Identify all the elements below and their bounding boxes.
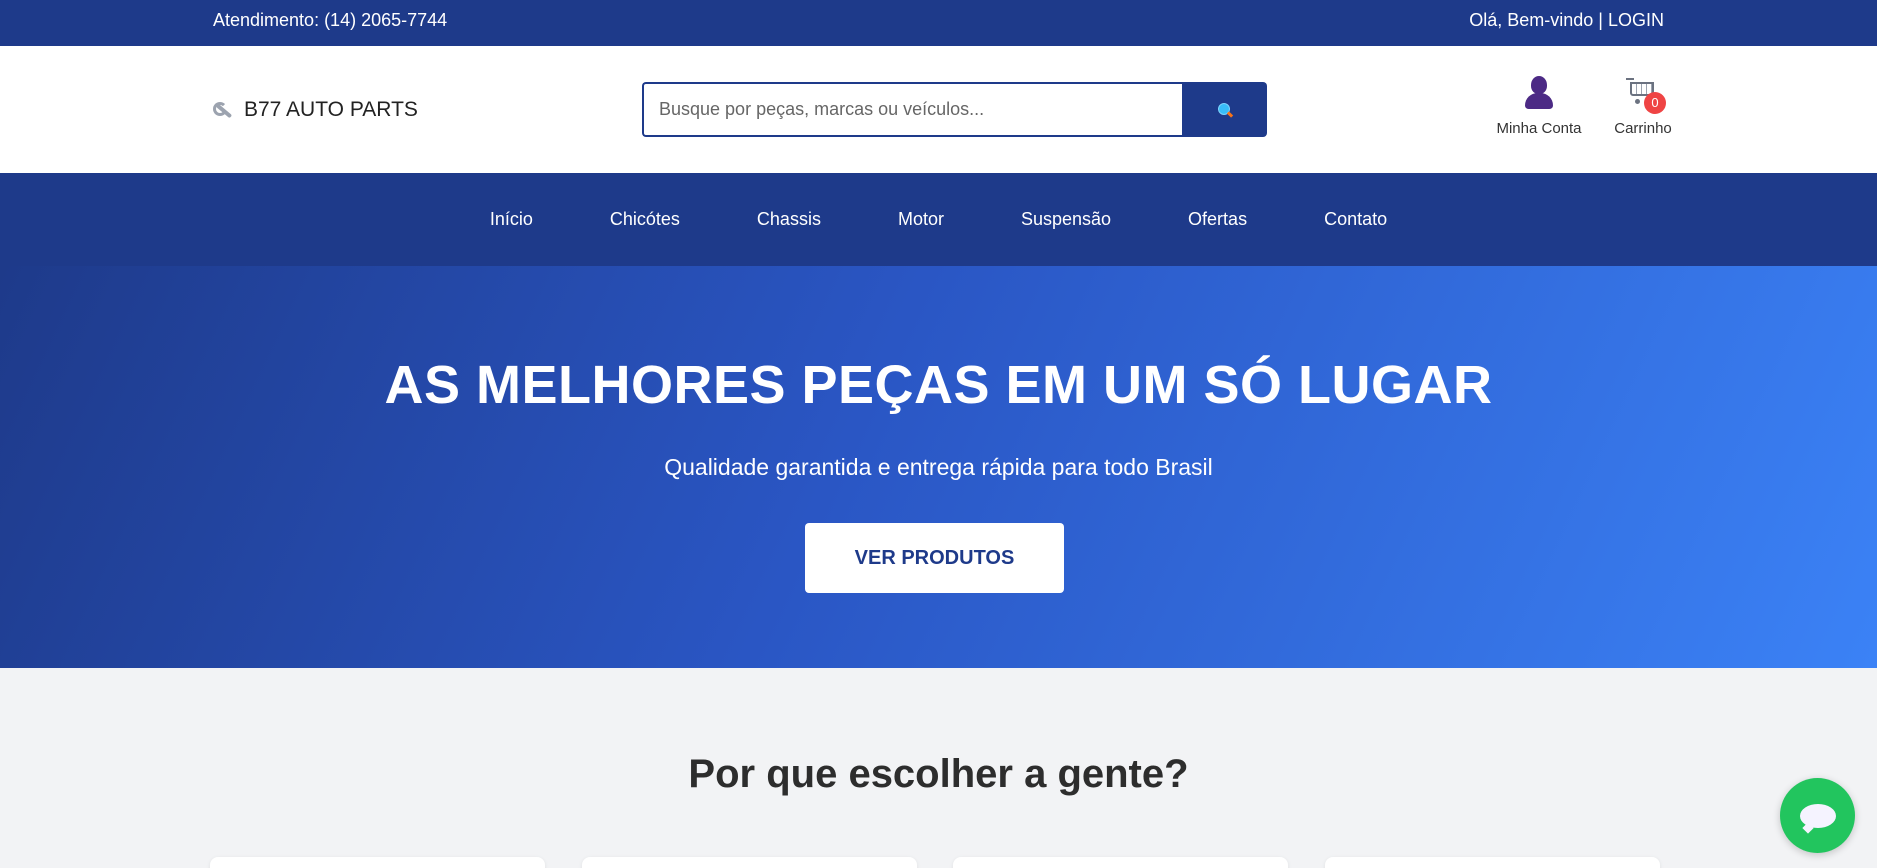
search-button[interactable] bbox=[1182, 82, 1267, 137]
nav-item-inicio[interactable]: Início bbox=[451, 209, 571, 230]
search-bar bbox=[642, 82, 1267, 137]
nav-item-motor[interactable]: Motor bbox=[859, 209, 982, 230]
account-link[interactable]: Minha Conta bbox=[1494, 76, 1584, 137]
nav-item-chicotes[interactable]: Chicótes bbox=[571, 209, 718, 230]
main-nav: Início Chicótes Chassis Motor Suspensão … bbox=[0, 173, 1877, 266]
search-icon bbox=[1217, 102, 1233, 118]
account-label: Minha Conta bbox=[1496, 120, 1582, 137]
login-link[interactable]: Olá, Bem-vindo | LOGIN bbox=[1469, 10, 1664, 31]
contact-phone: Atendimento: (14) 2065-7744 bbox=[213, 10, 448, 30]
cart-label: Carrinho bbox=[1614, 120, 1672, 137]
feature-card bbox=[582, 857, 917, 868]
why-section: Por que escolher a gente? bbox=[0, 668, 1877, 868]
hero-subtitle: Qualidade garantida e entrega rápida par… bbox=[664, 454, 1213, 480]
nav-item-contato[interactable]: Contato bbox=[1286, 209, 1426, 230]
view-products-button[interactable]: VER PRODUTOS bbox=[805, 523, 1064, 593]
feature-card bbox=[1325, 857, 1660, 868]
feature-card bbox=[953, 857, 1288, 868]
chat-bubble-icon bbox=[1799, 803, 1836, 828]
hero-title: AS MELHORES PEÇAS EM UM SÓ LUGAR bbox=[384, 355, 1493, 415]
logo-text: B77 AUTO PARTS bbox=[244, 98, 418, 121]
cart-count-badge: 0 bbox=[1644, 92, 1666, 114]
nav-item-suspensao[interactable]: Suspensão bbox=[982, 209, 1149, 230]
chat-button[interactable] bbox=[1780, 778, 1855, 853]
nav-item-chassis[interactable]: Chassis bbox=[718, 209, 859, 230]
feature-card bbox=[210, 857, 545, 868]
cart-icon: 0 bbox=[1626, 76, 1666, 114]
wrench-icon bbox=[213, 99, 235, 121]
why-title: Por que escolher a gente? bbox=[688, 752, 1189, 796]
site-header: B77 AUTO PARTS Minha Conta 0 Carrinho bbox=[0, 46, 1877, 173]
top-bar: Atendimento: (14) 2065-7744 Olá, Bem-vin… bbox=[0, 0, 1877, 46]
hero-banner: AS MELHORES PEÇAS EM UM SÓ LUGAR Qualida… bbox=[0, 266, 1877, 668]
nav-item-ofertas[interactable]: Ofertas bbox=[1150, 209, 1286, 230]
logo[interactable]: B77 AUTO PARTS bbox=[213, 98, 418, 122]
cart-link[interactable]: 0 Carrinho bbox=[1613, 76, 1673, 137]
search-input[interactable] bbox=[642, 82, 1182, 137]
user-icon bbox=[1522, 76, 1556, 112]
